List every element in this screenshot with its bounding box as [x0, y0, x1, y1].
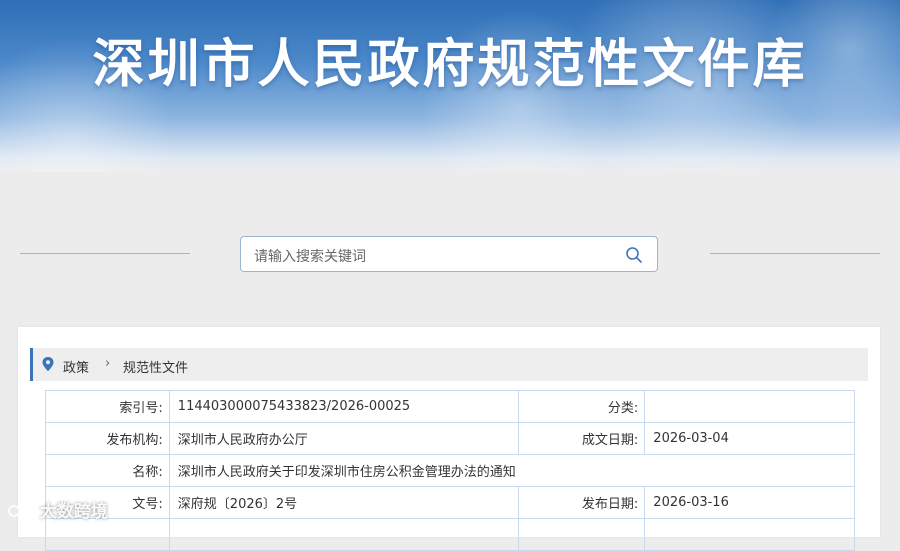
table-row [45, 518, 855, 551]
search-input[interactable]: 请输入搜索关键词 [254, 246, 366, 266]
name-label: 名称: [45, 454, 170, 487]
category-value [644, 390, 855, 423]
name-value: 深圳市人民政府关于印发深圳市住房公积金管理办法的通知 [168, 454, 856, 487]
location-pin-icon [42, 357, 54, 371]
header-banner: 深圳市人民政府规范性文件库 [0, 0, 900, 172]
search-box[interactable]: 请输入搜索关键词 [240, 236, 658, 272]
divider-left [20, 253, 190, 254]
search-icon[interactable] [625, 246, 643, 264]
created-date-value: 2026-03-04 [644, 422, 855, 455]
empty-cell [45, 518, 170, 551]
table-row: 索引号: 114403000075433823/2026-00025 分类: [45, 390, 855, 423]
issuer-value: 深圳市人民政府办公厅 [168, 422, 519, 455]
empty-cell [644, 518, 855, 551]
issuer-label: 发布机构: [45, 422, 170, 455]
index-value: 114403000075433823/2026-00025 [168, 390, 519, 423]
published-date-label: 发布日期: [517, 486, 646, 519]
table-row: 名称: 深圳市人民政府关于印发深圳市住房公积金管理办法的通知 [45, 454, 856, 487]
breadcrumb: 政策 › 规范性文件 [30, 348, 868, 381]
document-panel: 政策 › 规范性文件 索引号: 114403000075433823/2026-… [18, 327, 880, 551]
empty-cell [168, 518, 519, 551]
watermark-logo-icon [8, 505, 33, 517]
doc-number-value: 深府规〔2026〕2号 [168, 486, 519, 519]
category-label: 分类: [517, 390, 646, 423]
table-row: 发布机构: 深圳市人民政府办公厅 成文日期: 2026-03-04 [45, 422, 855, 455]
watermark: 大数跨境 [8, 497, 108, 522]
breadcrumb-item-policy[interactable]: 政策 [63, 357, 89, 376]
breadcrumb-item-normative-docs[interactable]: 规范性文件 [123, 357, 188, 376]
divider-right [710, 253, 880, 254]
breadcrumb-separator: › [105, 356, 111, 371]
published-date-value: 2026-03-16 [644, 486, 855, 519]
created-date-label: 成文日期: [517, 422, 646, 455]
table-row: 文号: 深府规〔2026〕2号 发布日期: 2026-03-16 [45, 486, 855, 519]
page-title: 深圳市人民政府规范性文件库 [92, 35, 808, 95]
index-label: 索引号: [45, 390, 170, 423]
watermark-text: 大数跨境 [39, 502, 108, 522]
empty-cell [517, 518, 646, 551]
document-info-table: 索引号: 114403000075433823/2026-00025 分类: 发… [45, 390, 856, 551]
